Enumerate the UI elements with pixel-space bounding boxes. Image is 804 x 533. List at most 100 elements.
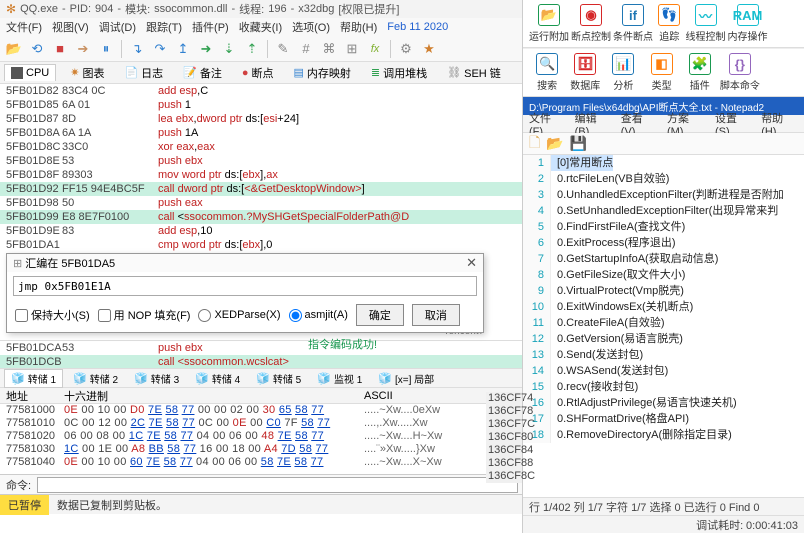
- editor-line[interactable]: 20.rtcFileLen(VB自效验): [523, 171, 804, 187]
- plugin-tool[interactable]: 📂运行附加: [529, 4, 569, 43]
- dump-view[interactable]: 地址十六进制ASCII 775810000E 00 10 00 D0 7E 58…: [0, 388, 522, 474]
- cmd-input[interactable]: [37, 477, 518, 493]
- runtocursor-icon[interactable]: ➜: [196, 39, 216, 59]
- editor-line[interactable]: 170.SHFormatDrive(格盘API): [523, 411, 804, 427]
- editor-line[interactable]: 180.RemoveDirectoryA(删除指定目录): [523, 427, 804, 443]
- dump-tab[interactable]: 🧊转储 3: [128, 370, 185, 387]
- cancel-button[interactable]: 取消: [412, 304, 460, 326]
- menu-file[interactable]: 文件(F): [6, 19, 42, 35]
- goto-icon[interactable]: ⊞: [342, 39, 362, 59]
- dump-row[interactable]: 7758102006 00 08 00 1C 7E 58 77 04 00 06…: [0, 430, 522, 443]
- disasm-row[interactable]: 5FB01D856A 01push 1: [0, 98, 522, 112]
- dump-tab[interactable]: 🧊转储 4: [189, 370, 246, 387]
- editor-line[interactable]: 40.SetUnhandledExceptionFilter(出现异常来判: [523, 203, 804, 219]
- stack-addr[interactable]: 136CF88: [486, 457, 522, 470]
- stack-addr[interactable]: 136CF78: [486, 405, 522, 418]
- open-icon[interactable]: 📂: [4, 39, 24, 59]
- editor-line[interactable]: 120.GetVersion(易语言脱壳): [523, 331, 804, 347]
- disasm-row[interactable]: 5FB01D8F89303mov word ptr ds:[ebx],ax: [0, 168, 522, 182]
- menu-favorites[interactable]: 收藏夹(I): [239, 19, 282, 35]
- dump-tab[interactable]: 🧊转储 2: [67, 370, 124, 387]
- plugin-tool[interactable]: 🔍搜索: [529, 53, 565, 92]
- plugin-tool[interactable]: RAM内存操作: [728, 4, 768, 43]
- calc-icon[interactable]: fx: [365, 39, 385, 59]
- plugin-tool[interactable]: 🗄数据库: [567, 53, 603, 92]
- stepout-icon[interactable]: ↥: [173, 39, 193, 59]
- dump-tab[interactable]: 🧊监视 1: [311, 370, 368, 387]
- np-new-icon[interactable]: 🗋: [529, 132, 540, 156]
- ok-button[interactable]: 确定: [356, 304, 404, 326]
- menu-options[interactable]: 选项(O): [292, 19, 330, 35]
- close-icon[interactable]: ✕: [466, 255, 477, 271]
- tab-cpu[interactable]: CPU: [4, 64, 56, 81]
- editor-line[interactable]: 130.Send(发送封包): [523, 347, 804, 363]
- editor-line[interactable]: 60.ExitProcess(程序退出): [523, 235, 804, 251]
- np-open-icon[interactable]: 📂: [546, 135, 563, 152]
- stepover-icon[interactable]: ↷: [150, 39, 170, 59]
- editor-line[interactable]: 1[0]常用断点: [523, 155, 804, 171]
- plugin-tool[interactable]: ◉断点控制: [571, 4, 611, 43]
- plugin-tool[interactable]: ◧类型: [644, 53, 680, 92]
- plugin-tool[interactable]: 📊分析: [605, 53, 641, 92]
- dump-tab[interactable]: 🧊转储 5: [250, 370, 307, 387]
- disasm-row[interactable]: 5FB01D8C33C0xor eax,eax: [0, 140, 522, 154]
- disasm-row[interactable]: 5FB01D99E8 8E7F0100call <ssocommon.?MySH…: [0, 210, 522, 224]
- disasm-extra[interactable]: 5FB01DCA53push ebx5FB01DCBcall <ssocommo…: [0, 340, 522, 368]
- menu-debug[interactable]: 调试(D): [99, 19, 136, 35]
- disasm-row[interactable]: 5FB01DA1cmp word ptr ds:[ebx],0: [0, 238, 522, 252]
- menu-help[interactable]: 帮助(H): [340, 19, 377, 35]
- editor-line[interactable]: 110.CreateFileA(自效验): [523, 315, 804, 331]
- disasm-row[interactable]: 5FB01D8E53push ebx: [0, 154, 522, 168]
- stack-addrs[interactable]: 136CF74136CF78136CF7C136CF80136CF84136CF…: [486, 392, 522, 483]
- asmjit-radio[interactable]: asmjit(A): [289, 309, 348, 322]
- disasm-row[interactable]: 5FB01D9850push eax: [0, 196, 522, 210]
- disasm-row[interactable]: 5FB01D9E83add esp,10: [0, 224, 522, 238]
- disasm-row[interactable]: 5FB01DCA53push ebx: [0, 341, 522, 355]
- editor-line[interactable]: 70.GetStartupInfoA(获取启动信息): [523, 251, 804, 267]
- menu-plugins[interactable]: 插件(P): [192, 19, 229, 35]
- main-menubar[interactable]: 文件(F) 视图(V) 调试(D) 跟踪(T) 插件(P) 收藏夹(I) 选项(…: [0, 18, 522, 36]
- dump-row[interactable]: 775810301C 00 1E 00 A8 BB 58 77 16 00 18…: [0, 443, 522, 456]
- tab-break[interactable]: ●断点: [236, 63, 280, 83]
- comment-icon[interactable]: #: [296, 39, 316, 59]
- editor-line[interactable]: 160.RtlAdjustPrivilege(易语言快速关机): [523, 395, 804, 411]
- nop-fill-checkbox[interactable]: 用 NOP 填充(F): [98, 307, 191, 323]
- editor-line[interactable]: 50.FindFirstFileA(查找文件): [523, 219, 804, 235]
- tab-notes[interactable]: 📝备注: [177, 63, 228, 83]
- tab-mem[interactable]: ▤内存映射: [288, 63, 357, 83]
- stack-addr[interactable]: 136CF84: [486, 444, 522, 457]
- traceinto-icon[interactable]: ⇣: [219, 39, 239, 59]
- pause-icon[interactable]: ⏸: [96, 39, 116, 59]
- np-save-icon[interactable]: 💾: [570, 135, 587, 152]
- run-icon[interactable]: ➔: [73, 39, 93, 59]
- tab-log[interactable]: 📄日志: [118, 63, 169, 83]
- stack-addr[interactable]: 136CF7C: [486, 418, 522, 431]
- editor-line[interactable]: 100.ExitWindowsEx(关机断点): [523, 299, 804, 315]
- plugin-tool[interactable]: 〰线程控制: [686, 4, 726, 43]
- scylla-icon[interactable]: ★: [419, 39, 439, 59]
- stack-addr[interactable]: 136CF74: [486, 392, 522, 405]
- disasm-row[interactable]: 5FB01DCBcall <ssocommon.wcslcat>: [0, 355, 522, 368]
- disasm-row[interactable]: 5FB01D92FF15 94E4BC5Fcall dword ptr ds:[…: [0, 182, 522, 196]
- editor-line[interactable]: 90.VirtualProtect(Vmp脱壳): [523, 283, 804, 299]
- menu-trace[interactable]: 跟踪(T): [146, 19, 182, 35]
- tab-seh[interactable]: ⛓SEH 链: [441, 63, 507, 83]
- notepad-editor[interactable]: 1[0]常用断点20.rtcFileLen(VB自效验)30.Unhandled…: [523, 155, 804, 497]
- editor-line[interactable]: 150.recv(接收封包): [523, 379, 804, 395]
- editor-line[interactable]: 140.WSASend(发送封包): [523, 363, 804, 379]
- editor-line[interactable]: 30.UnhandledExceptionFilter(判断进程是否附加: [523, 187, 804, 203]
- restart-icon[interactable]: ⟲: [27, 39, 47, 59]
- assemble-input[interactable]: [13, 276, 477, 296]
- menu-view[interactable]: 视图(V): [52, 19, 89, 35]
- plugin-tool[interactable]: {}脚本命令: [720, 53, 760, 92]
- plugin-tool[interactable]: 🧩插件: [682, 53, 718, 92]
- disasm-row[interactable]: 5FB01D8A6A 1Apush 1A: [0, 126, 522, 140]
- tab-graph[interactable]: ✷图表: [64, 63, 110, 83]
- stack-addr[interactable]: 136CF80: [486, 431, 522, 444]
- dump-row[interactable]: 775810400E 00 10 00 60 7E 58 77 04 00 06…: [0, 456, 522, 469]
- editor-line[interactable]: 80.GetFileSize(取文件大小): [523, 267, 804, 283]
- disasm-row[interactable]: 5FB01D8283C4 0Cadd esp,C: [0, 84, 522, 98]
- label-icon[interactable]: ⌘: [319, 39, 339, 59]
- keep-size-checkbox[interactable]: 保持大小(S): [15, 307, 90, 323]
- dump-row[interactable]: 775810000E 00 10 00 D0 7E 58 77 00 00 02…: [0, 404, 522, 417]
